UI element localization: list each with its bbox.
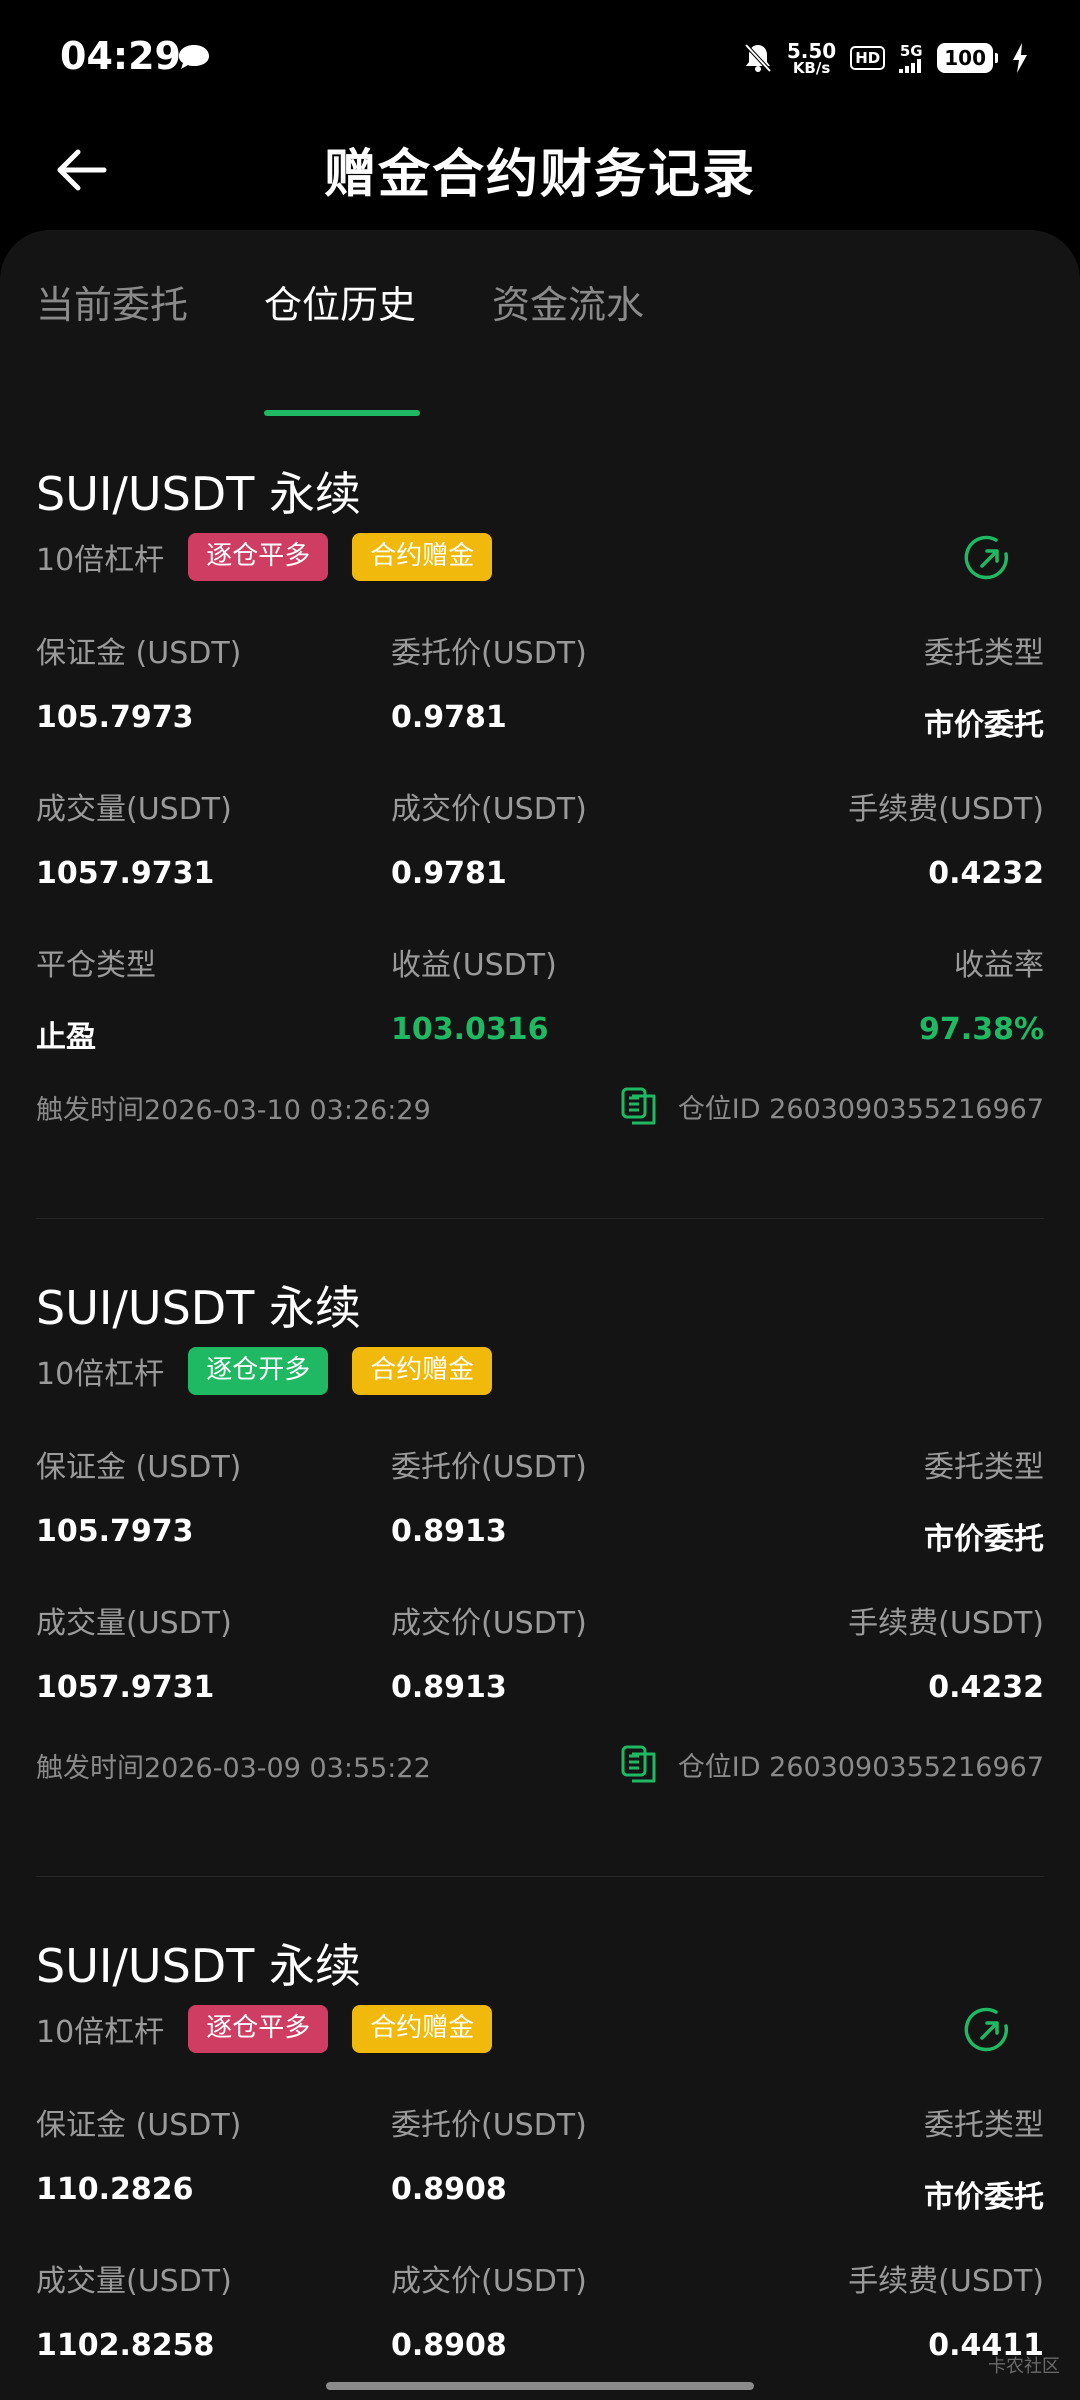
- field-value: 1057.9731: [36, 1670, 215, 1705]
- bonus-tag: 合约赠金: [352, 2005, 493, 2053]
- card-title: SUI/USDT 永续: [36, 1281, 361, 1335]
- tab-fund-flow[interactable]: 资金流水: [492, 274, 644, 329]
- position-id-text: 仓位ID 2603090355216967: [677, 1093, 1044, 1125]
- charging-icon: [1013, 43, 1027, 73]
- page-title: 赠金合约财务记录: [323, 145, 756, 205]
- position-id[interactable]: 仓位ID 2603090355216967: [620, 1086, 1044, 1126]
- tab-bar: 当前委托 仓位历史 资金流水: [36, 274, 1044, 416]
- field-label: 手续费(USDT): [848, 2264, 1044, 2299]
- field-label: 手续费(USDT): [848, 1606, 1044, 1641]
- share-icon[interactable]: [960, 2002, 1016, 2058]
- bonus-tag: 合约赠金: [352, 1347, 493, 1395]
- close-type-field: 平仓类型 止盈: [36, 940, 396, 1056]
- field-label: 成交量(USDT): [36, 2264, 232, 2299]
- field-value: 0.4232: [928, 856, 1044, 891]
- direction-tag: 逐仓平多: [188, 2005, 329, 2053]
- tab-position-history[interactable]: 仓位历史: [264, 274, 416, 329]
- net-speed-unit: KB/s: [792, 58, 831, 77]
- leverage-label: 10倍杠杆: [36, 2015, 165, 2050]
- field-value: 105.7973: [36, 700, 194, 735]
- field-value: 止盈: [36, 1020, 96, 1055]
- active-tab-indicator: [264, 410, 420, 416]
- fee-field: 手续费(USDT) 0.4232: [684, 784, 1044, 891]
- card-divider: [36, 1218, 1044, 1219]
- pnl-rate-field: 收益率 97.38%: [684, 940, 1044, 1047]
- field-value: 市价委托: [924, 1522, 1044, 1557]
- field-value: 97.38%: [919, 1012, 1044, 1047]
- field-label: 保证金 (USDT): [36, 636, 242, 671]
- position-id[interactable]: 仓位ID 2603090355216967: [620, 1744, 1044, 1784]
- net-speed-value: 5.50: [786, 38, 837, 63]
- card-title: SUI/USDT 永续: [36, 467, 361, 521]
- volume-field: 成交量(USDT) 1102.8258: [36, 2256, 396, 2363]
- card-footer: 触发时间2026-03-10 03:26:29 仓位ID 26030903552…: [36, 1082, 1044, 1126]
- field-value: 市价委托: [924, 2180, 1044, 2215]
- card-meta: 10倍杠杆 逐仓平多 合约赠金: [36, 2002, 493, 2056]
- order-type-field: 委托类型 市价委托: [684, 1442, 1044, 1558]
- field-label: 委托类型: [924, 636, 1044, 671]
- bonus-tag: 合约赠金: [352, 533, 493, 581]
- field-value: 市价委托: [924, 708, 1044, 743]
- field-label: 委托类型: [924, 1450, 1044, 1485]
- signal-label: 5G: [899, 41, 923, 60]
- status-indicators: 5.50 KB/s HD 5G 100: [743, 36, 1028, 80]
- field-value: 1102.8258: [36, 2328, 215, 2363]
- copy-doc-icon[interactable]: [620, 1744, 658, 1784]
- card-divider: [36, 1876, 1044, 1877]
- fee-field: 手续费(USDT) 0.4232: [684, 1598, 1044, 1705]
- volume-field: 成交量(USDT) 1057.9731: [36, 1598, 396, 1705]
- position-card: SUI/USDT 永续 10倍杠杆 逐仓平多 合约赠金 保证金 (USDT) 1…: [36, 458, 1044, 1126]
- battery-icon: 100: [937, 43, 998, 73]
- mute-icon: [744, 43, 772, 73]
- direction-tag: 逐仓开多: [188, 1347, 329, 1395]
- trigger-time: 触发时间2026-03-09 03:55:22: [36, 1753, 431, 1784]
- trigger-time: 触发时间2026-03-10 03:26:29: [36, 1095, 431, 1126]
- margin-field: 保证金 (USDT) 105.7973: [36, 628, 396, 735]
- field-value: 105.7973: [36, 1514, 194, 1549]
- home-indicator[interactable]: [326, 2382, 754, 2390]
- hd-icon: HD: [850, 46, 886, 70]
- net-speed: 5.50 KB/s: [787, 41, 836, 76]
- tab-current-orders[interactable]: 当前委托: [36, 274, 188, 329]
- status-bar: 04:29 5.50 KB/s HD 5G 100: [0, 0, 1080, 118]
- field-label: 委托类型: [924, 2108, 1044, 2143]
- margin-field: 保证金 (USDT) 105.7973: [36, 1442, 396, 1549]
- field-label: 手续费(USDT): [848, 792, 1044, 827]
- watermark: 卡农社区: [988, 2356, 1060, 2377]
- card-meta: 10倍杠杆 逐仓平多 合约赠金: [36, 530, 493, 584]
- field-label: 保证金 (USDT): [36, 2108, 242, 2143]
- field-label: 成交量(USDT): [36, 1606, 232, 1641]
- field-value: 1057.9731: [36, 856, 215, 891]
- content-panel: 当前委托 仓位历史 资金流水 SUI/USDT 永续 10倍杠杆 逐仓平多 合约…: [0, 230, 1080, 2400]
- copy-doc-icon[interactable]: [620, 1086, 658, 1126]
- message-icon: [179, 45, 209, 69]
- field-label: 平仓类型: [36, 948, 156, 983]
- margin-field: 保证金 (USDT) 110.2826: [36, 2100, 396, 2207]
- position-id-text: 仓位ID 2603090355216967: [677, 1751, 1044, 1783]
- fee-field: 手续费(USDT) 0.4411: [684, 2256, 1044, 2363]
- field-label: 保证金 (USDT): [36, 1450, 242, 1485]
- field-label: 收益率: [954, 948, 1044, 983]
- header: 赠金合约财务记录: [0, 118, 1080, 230]
- leverage-label: 10倍杠杆: [36, 1357, 165, 1392]
- share-icon[interactable]: [960, 530, 1016, 586]
- card-title: SUI/USDT 永续: [36, 1939, 361, 1993]
- position-card: SUI/USDT 永续 10倍杠杆 逐仓开多 合约赠金 保证金 (USDT) 1…: [36, 1272, 1044, 1784]
- signal-5g-icon: 5G: [899, 41, 923, 73]
- volume-field: 成交量(USDT) 1057.9731: [36, 784, 396, 891]
- leverage-label: 10倍杠杆: [36, 543, 165, 578]
- field-value: 110.2826: [36, 2172, 194, 2207]
- card-footer: 触发时间2026-03-09 03:55:22 仓位ID 26030903552…: [36, 1740, 1044, 1784]
- card-meta: 10倍杠杆 逐仓开多 合约赠金: [36, 1344, 493, 1398]
- field-label: 成交量(USDT): [36, 792, 232, 827]
- position-card: SUI/USDT 永续 10倍杠杆 逐仓平多 合约赠金 保证金 (USDT) 1…: [36, 1930, 1044, 2400]
- order-type-field: 委托类型 市价委托: [684, 2100, 1044, 2216]
- status-time: 04:29: [60, 34, 181, 78]
- battery-level: 100: [937, 43, 993, 73]
- field-value: 0.4232: [928, 1670, 1044, 1705]
- direction-tag: 逐仓平多: [188, 533, 329, 581]
- order-type-field: 委托类型 市价委托: [684, 628, 1044, 744]
